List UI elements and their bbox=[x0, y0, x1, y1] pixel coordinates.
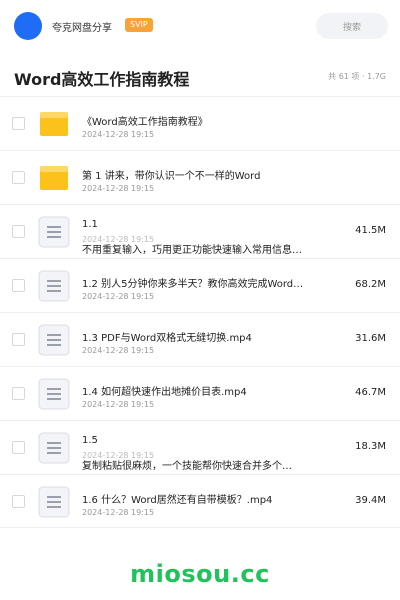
document-icon bbox=[38, 486, 70, 518]
folder-icon bbox=[38, 162, 70, 194]
file-size: 41.5M bbox=[355, 225, 386, 236]
checkbox[interactable] bbox=[12, 279, 25, 292]
checkbox[interactable] bbox=[12, 225, 25, 238]
folder-icon bbox=[38, 108, 70, 140]
folder-summary: 共 61 项 · 1.7G bbox=[328, 72, 386, 81]
list-item[interactable]: 1.6 什么？Word居然还有自带模板？.mp4 2024-12-28 19:1… bbox=[0, 474, 400, 528]
list-item[interactable]: 1.1 2024-12-28 19:15 不用重复输入，巧用更正功能快速输入常用… bbox=[0, 204, 400, 258]
file-name: 1.4 如何超快速作出地摊价目表.mp4 bbox=[82, 387, 247, 398]
file-size: 39.4M bbox=[355, 495, 386, 506]
user-name: 夸克网盘分享 bbox=[52, 23, 112, 34]
file-name: 《Word高效工作指南教程》 bbox=[82, 117, 208, 128]
checkbox[interactable] bbox=[12, 171, 25, 184]
file-size: 46.7M bbox=[355, 387, 386, 398]
search-input[interactable]: 搜索 bbox=[316, 13, 388, 39]
file-date: 2024-12-28 19:15 bbox=[82, 130, 155, 139]
file-name: 1.1 bbox=[82, 219, 98, 230]
file-name-line2: 不用重复输入，巧用更正功能快速输入常用信息… bbox=[82, 245, 302, 256]
watermark: miosou.cc bbox=[130, 560, 270, 588]
file-size: 31.6M bbox=[355, 333, 386, 344]
file-name: 第 1 讲来，带你认识一个不一样的Word bbox=[82, 171, 261, 182]
file-date: 2024-12-28 19:15 bbox=[82, 400, 155, 409]
document-icon bbox=[38, 432, 70, 464]
checkbox[interactable] bbox=[12, 441, 25, 454]
list-item[interactable]: 第 1 讲来，带你认识一个不一样的Word 2024-12-28 19:15 bbox=[0, 150, 400, 204]
checkbox[interactable] bbox=[12, 495, 25, 508]
avatar[interactable] bbox=[14, 12, 42, 40]
file-size: 18.3M bbox=[355, 441, 386, 452]
checkbox[interactable] bbox=[12, 333, 25, 346]
page-title: Word高效工作指南教程 bbox=[14, 70, 190, 89]
list-item[interactable]: 1.4 如何超快速作出地摊价目表.mp4 2024-12-28 19:15 46… bbox=[0, 366, 400, 420]
list-item[interactable]: 1.3 PDF与Word双格式无缝切换.mp4 2024-12-28 19:15… bbox=[0, 312, 400, 366]
checkbox[interactable] bbox=[12, 387, 25, 400]
file-date: 2024-12-28 19:15 bbox=[82, 508, 155, 517]
checkbox[interactable] bbox=[12, 117, 25, 130]
file-date: 2024-12-28 19:15 bbox=[82, 292, 155, 301]
file-size: 68.2M bbox=[355, 279, 386, 290]
document-icon bbox=[38, 270, 70, 302]
file-name-line2: 复制粘贴很麻烦，一个技能帮你快速合并多个… bbox=[82, 461, 292, 472]
file-name: 1.3 PDF与Word双格式无缝切换.mp4 bbox=[82, 333, 252, 344]
file-name: 1.6 什么？Word居然还有自带模板？.mp4 bbox=[82, 495, 273, 506]
file-list: 《Word高效工作指南教程》 2024-12-28 19:15 第 1 讲来，带… bbox=[0, 96, 400, 528]
header: 夸克网盘分享 SVIP 搜索 bbox=[0, 0, 400, 52]
file-date: 2024-12-28 19:15 bbox=[82, 346, 155, 355]
list-item[interactable]: 1.2 别人5分钟你来多半天？教你高效完成Word… 2024-12-28 19… bbox=[0, 258, 400, 312]
list-item[interactable]: 1.5 2024-12-28 19:15 复制粘贴很麻烦，一个技能帮你快速合并多… bbox=[0, 420, 400, 474]
file-name: 1.5 bbox=[82, 435, 98, 446]
document-icon bbox=[38, 216, 70, 248]
title-bar: Word高效工作指南教程 共 61 项 · 1.7G bbox=[14, 66, 386, 89]
file-date: 2024-12-28 19:15 bbox=[82, 184, 155, 193]
document-icon bbox=[38, 324, 70, 356]
list-item[interactable]: 《Word高效工作指南教程》 2024-12-28 19:15 bbox=[0, 96, 400, 150]
search-placeholder: 搜索 bbox=[342, 22, 361, 33]
svip-badge: SVIP bbox=[125, 18, 153, 32]
file-name: 1.2 别人5分钟你来多半天？教你高效完成Word… bbox=[82, 279, 304, 290]
document-icon bbox=[38, 378, 70, 410]
